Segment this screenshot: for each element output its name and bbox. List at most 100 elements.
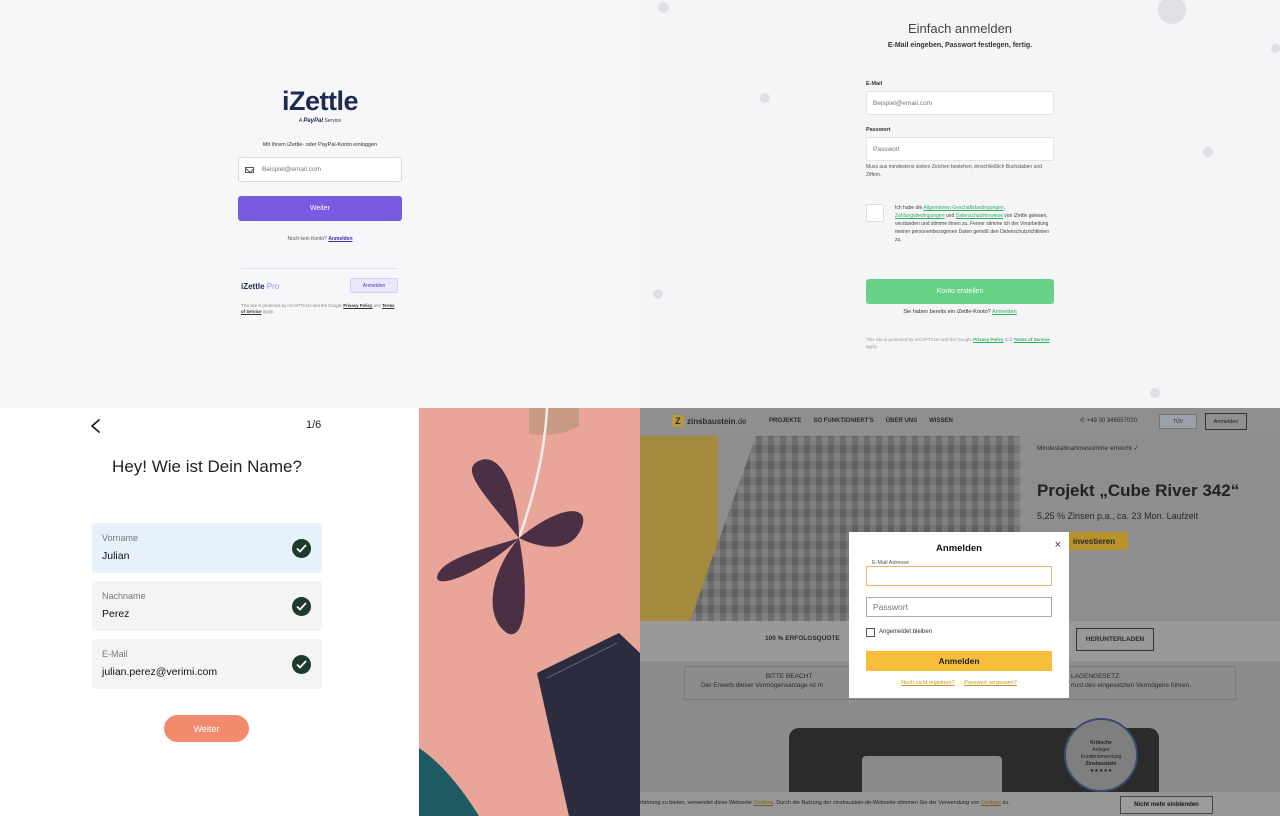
privacy-policy-link[interactable]: Privacy Policy: [973, 337, 1004, 342]
cookie-link[interactable]: Cookies: [753, 800, 773, 806]
field-label: E-Mail: [102, 649, 128, 659]
pro-logo-suffix: Pro: [266, 282, 280, 291]
warn-right: LAGENGESETZ: rlust des eingesetzten Verm…: [1071, 673, 1237, 691]
cookie-banner: rfahrung zu bieten, verwendet diese Webs…: [640, 792, 1280, 816]
izettle-login-panel: iZettle A PayPal Service Mit Ihrem iZett…: [0, 0, 640, 408]
chevron-left-icon[interactable]: [88, 418, 104, 434]
privacy-policy-link[interactable]: Privacy Policy: [343, 303, 372, 308]
star-icon: ★★★★★: [1089, 768, 1113, 774]
not-registered-link[interactable]: Noch nicht registriert?: [901, 680, 955, 686]
no-account-row: Noch kein Konto? Anmelden: [238, 236, 402, 242]
terms-text: Ich habe die Allgemeinen Geschäftsbeding…: [895, 204, 1055, 244]
page-title: Hey! Wie ist Dein Name?: [112, 457, 302, 476]
continue-button[interactable]: Weiter: [164, 715, 249, 742]
logo-mark: Z: [672, 415, 684, 427]
login-modal: Anmelden × E-Mail Adresse Angemeldet ble…: [849, 532, 1069, 698]
last-name-field[interactable]: Nachname Perez: [92, 581, 322, 631]
modal-login-button[interactable]: Anmelden: [866, 651, 1052, 671]
warn-right-text: rlust des eingesetzten Vermögens führen.: [1071, 681, 1191, 689]
create-account-button[interactable]: Konto erstellen: [866, 279, 1054, 304]
phone-text: +49 30 346557030: [1086, 418, 1137, 424]
project-title: Projekt „Cube River 342“: [1037, 481, 1240, 500]
payment-terms-link[interactable]: Zahlungsbedingungen: [895, 213, 945, 219]
remember-me-checkbox[interactable]: [866, 628, 875, 637]
first-name-field[interactable]: Vorname Julian: [92, 523, 322, 573]
terms-text-3: und: [945, 213, 955, 219]
password-hint: Muss aus mindestens sieben Zeichen beste…: [866, 164, 1042, 178]
rating-seal: Kritische Anleger Kundenbewertung Zinsba…: [1064, 718, 1138, 792]
nav-item-projekte[interactable]: PROJEKTE: [769, 418, 801, 424]
seal-line-3: Kundenbewertung: [1080, 754, 1122, 760]
nav-item-so-funktionierts[interactable]: SO FUNKTIONIERT'S: [813, 418, 873, 424]
check-icon: [292, 597, 311, 616]
decor-dot: [658, 2, 669, 13]
field-value: Julian: [102, 550, 130, 562]
phone-number[interactable]: ✆ +49 30 346557030: [1080, 417, 1137, 424]
legal-text: This site is protected by reCAPTCHA and …: [241, 303, 343, 308]
izettle-logo: iZettle: [281, 86, 359, 116]
recaptcha-notice: This site is protected by reCAPTCHA and …: [866, 336, 1056, 350]
close-icon[interactable]: ×: [1055, 539, 1061, 551]
paypal-service-tagline: A PayPal Service: [0, 118, 640, 124]
register-email-input[interactable]: [866, 91, 1054, 115]
decorative-plant-image: [419, 408, 640, 816]
agb-link[interactable]: Allgemeinen Geschäftsbedingungen: [923, 205, 1003, 211]
email-field-label: E-Mail Adresse: [870, 560, 911, 566]
field-label: Nachname: [102, 591, 146, 601]
legal-suffix: apply.: [866, 344, 878, 350]
tagline-suffix: Service: [324, 118, 342, 124]
divider: [241, 268, 397, 269]
privacy-notice-link[interactable]: Datenschutzhinweise: [956, 213, 1003, 219]
modal-links: Noch nicht registriert? Passwort vergess…: [849, 680, 1069, 686]
cookie-link[interactable]: Cookies: [981, 800, 1001, 806]
cookie-text-3: zu.: [1002, 800, 1010, 806]
register-title: Einfach anmelden: [907, 21, 1013, 36]
dismiss-cookie-button[interactable]: Nicht mehr einblenden: [1120, 796, 1213, 814]
zinsbaustein-logo[interactable]: Z zinsbaustein .de: [672, 415, 747, 427]
email-field-wrapper[interactable]: [238, 157, 402, 182]
password-label: Passwort: [866, 127, 891, 133]
seal-line-1: Kritische: [1090, 740, 1112, 746]
continue-button[interactable]: Weiter: [238, 196, 402, 221]
field-value: julian.perez@verimi.com: [102, 666, 218, 678]
paypal-wordmark: PayPal: [303, 118, 324, 124]
field-value: Perez: [102, 608, 130, 620]
modal-email-input[interactable]: [866, 566, 1052, 586]
header-login-button[interactable]: Anmelden: [1205, 413, 1247, 430]
modal-password-input[interactable]: [866, 597, 1052, 617]
forgot-password-link[interactable]: Passwort vergessen?: [964, 680, 1017, 686]
email-field[interactable]: E-Mail julian.perez@verimi.com: [92, 639, 322, 689]
email-label: E-Mail: [866, 81, 883, 87]
terms-of-service-link[interactable]: Terms of Service: [1014, 337, 1050, 342]
decor-dot: [1150, 388, 1160, 398]
decor-dot: [760, 93, 770, 103]
register-link[interactable]: Anmelden: [328, 236, 352, 242]
cookie-text: rfahrung zu bieten, verwendet diese Webs…: [640, 800, 1010, 806]
decor-dot: [1203, 147, 1213, 157]
invest-button[interactable]: investieren: [1060, 532, 1128, 550]
legal-suffix: apply.: [262, 309, 274, 315]
izettle-pro-logo: iZettle Pro: [241, 282, 279, 291]
field-label: Vorname: [102, 533, 139, 543]
nav-item-wissen[interactable]: WISSEN: [929, 418, 953, 424]
plant-illustration: [419, 408, 640, 816]
recaptcha-notice: This site is protected by reCAPTCHA and …: [241, 303, 397, 315]
pro-login-button[interactable]: Anmelden: [350, 278, 398, 293]
izettle-register-panel: Einfach anmelden E-Mail eingeben, Passwo…: [640, 0, 1280, 408]
remember-me-label: Angemeldet bleiben: [879, 629, 933, 635]
terms-checkbox[interactable]: [866, 204, 884, 222]
download-button[interactable]: HERUNTERLADEN: [1076, 628, 1154, 651]
seal-line-2: Anleger: [1092, 747, 1110, 753]
have-account-row: Sie haben bereits ein iZettle-Konto? Anm…: [866, 309, 1054, 315]
seal-line-4: Zinsbaustein: [1085, 761, 1117, 767]
register-password-input[interactable]: [866, 137, 1054, 161]
envelope-icon: [245, 166, 254, 173]
modal-title: Anmelden: [936, 543, 982, 554]
login-link[interactable]: Anmelden: [992, 309, 1017, 315]
have-account-text: Sie haben bereits ein iZettle-Konto?: [903, 309, 991, 315]
verimi-name-panel: 1/6 Hey! Wie ist Dein Name? Vorname Juli…: [0, 408, 419, 816]
nav-item-ueber-uns[interactable]: ÜBER UNS: [886, 418, 917, 424]
email-input[interactable]: [262, 166, 382, 173]
legal-text: This site is protected by reCAPTCHA and …: [866, 337, 972, 342]
legal-and: and: [373, 303, 381, 308]
